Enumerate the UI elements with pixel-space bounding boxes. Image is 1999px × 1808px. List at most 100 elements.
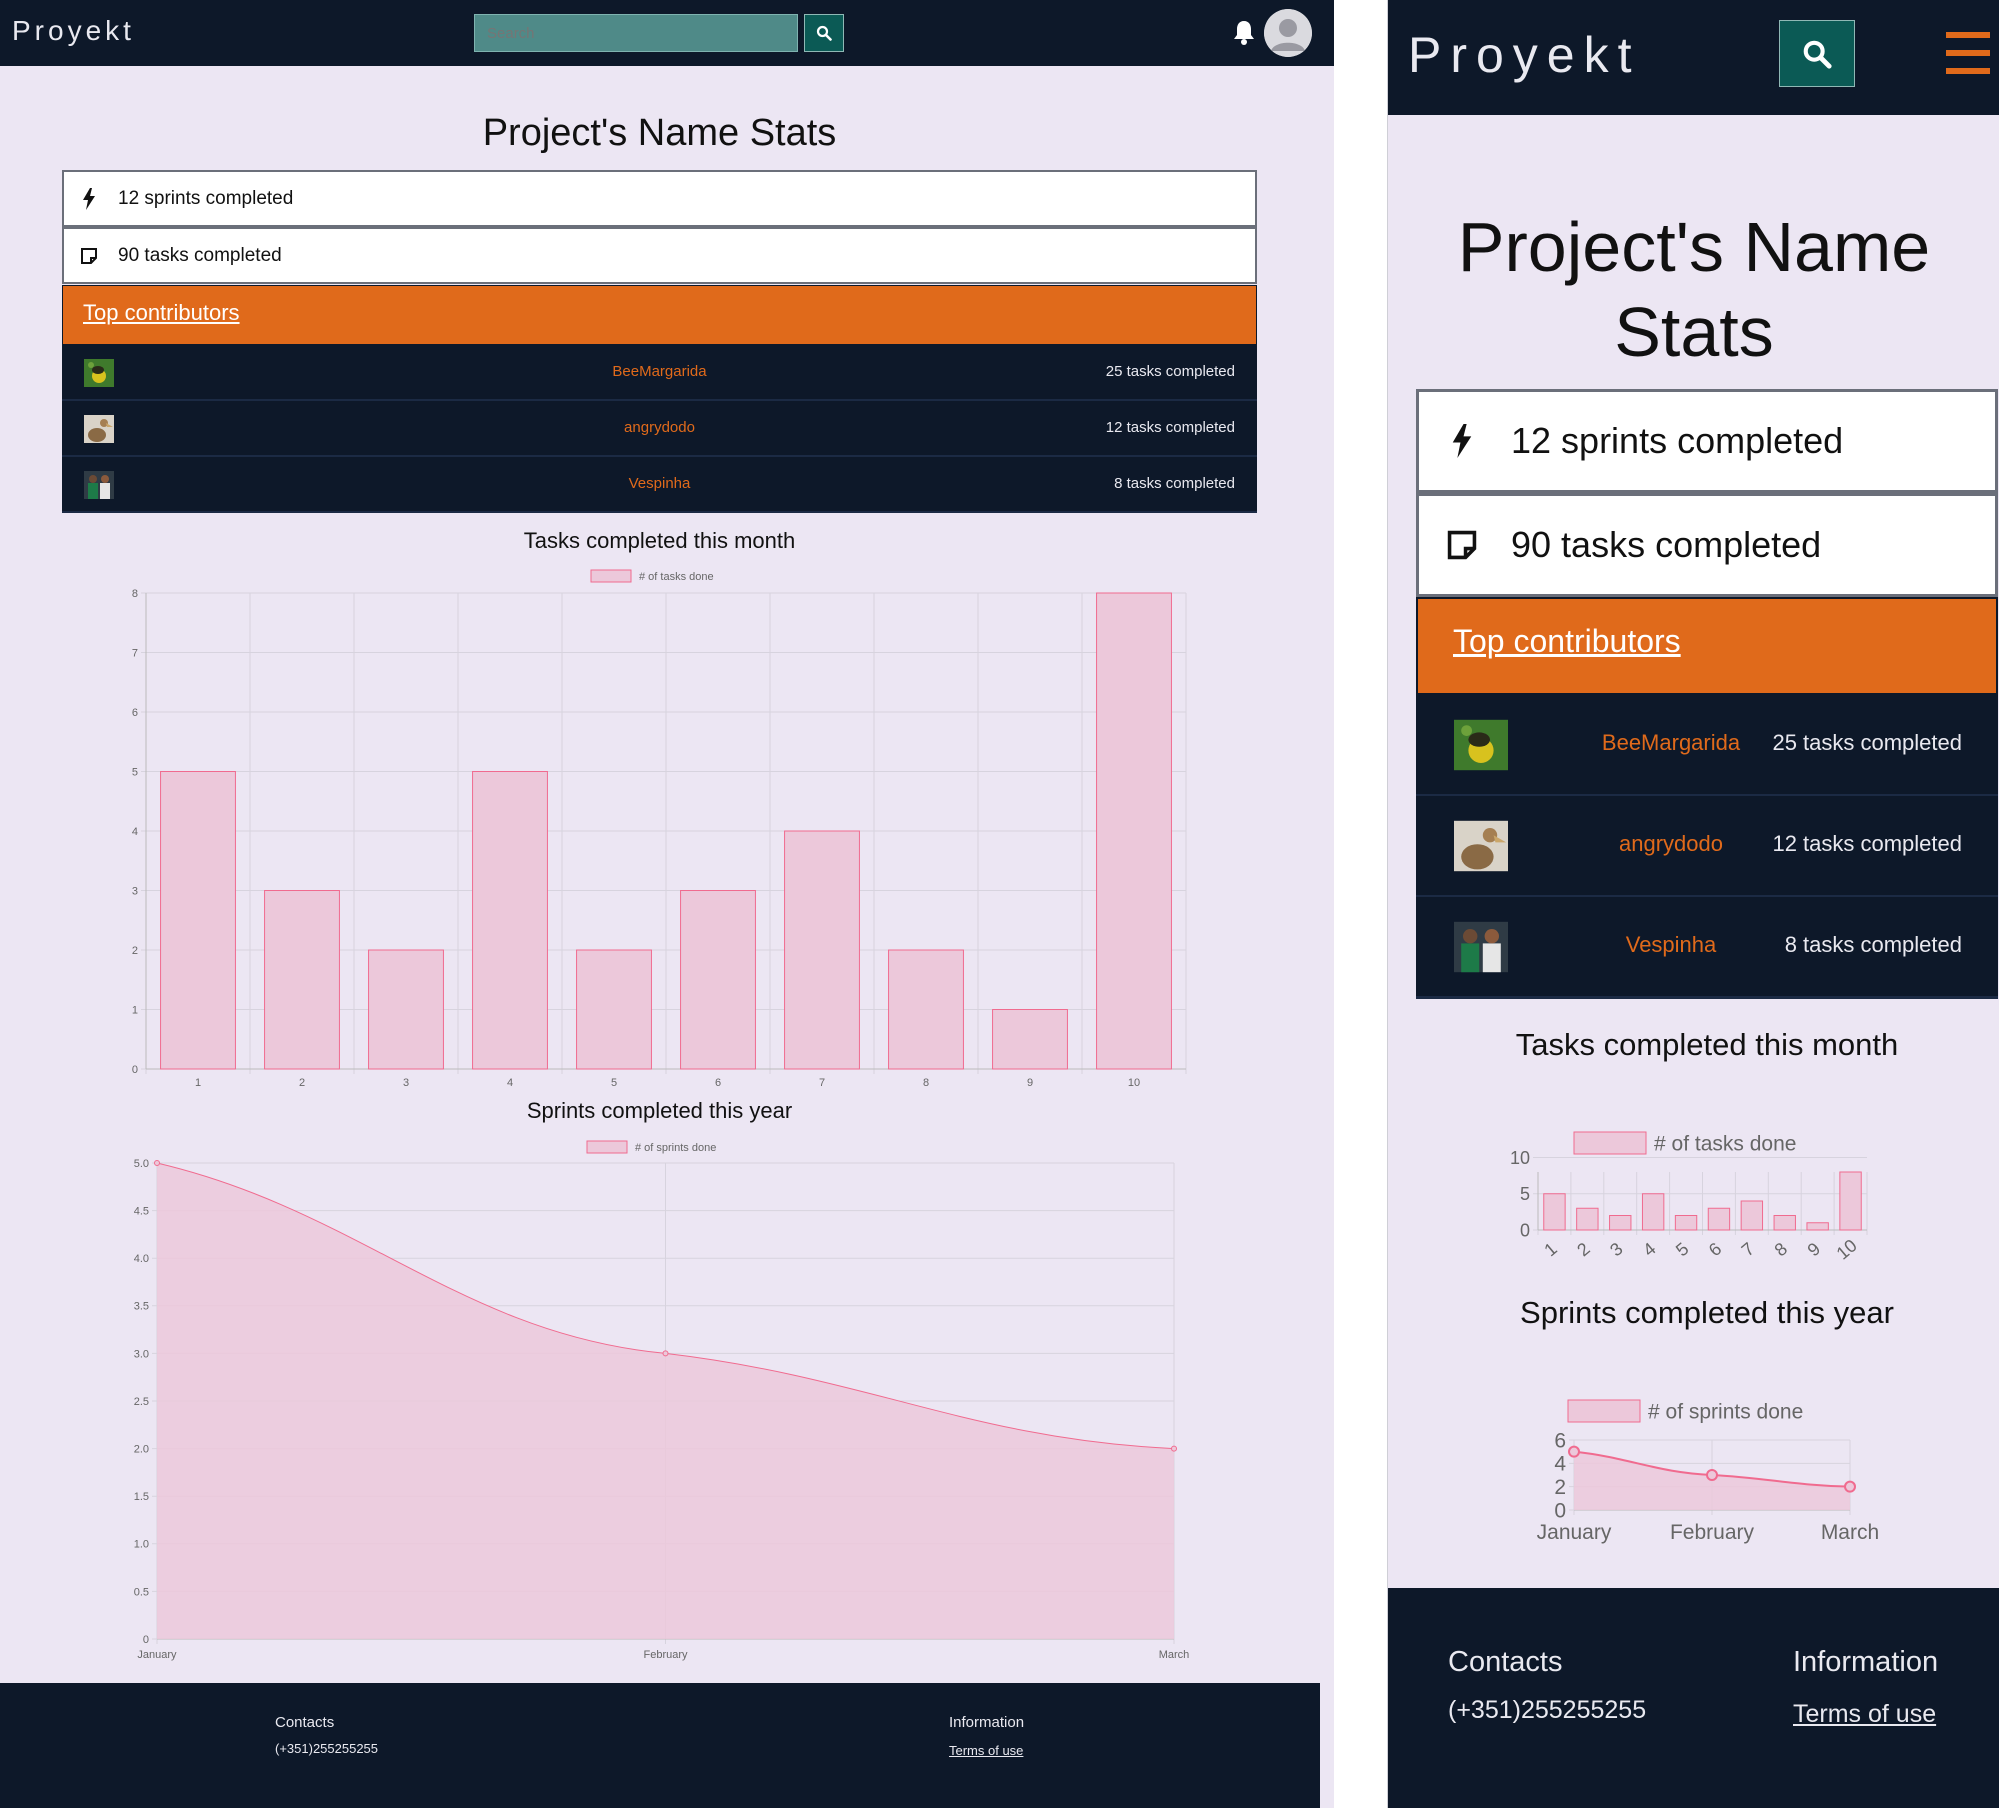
contributor-count: 25 tasks completed — [1772, 730, 1962, 755]
contributor-name[interactable]: BeeMargarida — [62, 363, 1257, 380]
footer: Contacts (+351)255255255 Information Ter… — [1388, 1588, 1999, 1808]
contributor-avatar[interactable] — [1454, 921, 1508, 973]
sprints-stat: 12 sprints completed — [1416, 389, 1998, 493]
sprints-area-chart: # of sprints done 0 0.5 1.0 1.5 2.0 2.5 3.0 3.5 4… — [134, 1140, 1190, 1661]
y-tick-label: 0 — [132, 1064, 138, 1076]
search-button[interactable] — [804, 14, 844, 52]
sprints-stat-text: 12 sprints completed — [118, 187, 294, 209]
bar — [1576, 1207, 1599, 1231]
top-contributors-header: Top contributors — [62, 285, 1257, 345]
y-tick-label: 0.5 — [134, 1586, 149, 1598]
contacts-heading: Contacts — [275, 1714, 335, 1731]
y-tick-label: 0 — [1554, 1499, 1566, 1522]
bar — [1609, 1215, 1632, 1231]
x-tick-label: 4 — [1639, 1239, 1660, 1261]
hamburger-menu-icon[interactable] — [1946, 32, 1990, 86]
bar — [1806, 1222, 1829, 1231]
x-tick-label: 8 — [1771, 1239, 1792, 1261]
contributor-count: 25 tasks completed — [1105, 363, 1235, 380]
legend-swatch — [586, 1140, 628, 1154]
navbar: Proyekt — [1388, 0, 1999, 115]
contacts-heading: Contacts — [1448, 1646, 1563, 1678]
x-tick-label: 4 — [507, 1077, 513, 1089]
bolt-icon — [1445, 424, 1479, 458]
x-tick-label: 5 — [611, 1077, 617, 1089]
contributor-count: 8 tasks completed — [1114, 475, 1235, 492]
data-point — [1568, 1445, 1580, 1458]
contributor-name[interactable]: BeeMargarida — [1576, 730, 1766, 756]
contributor-row: Vespinha 8 tasks completed — [1416, 897, 1998, 999]
y-tick-label: 2.5 — [134, 1396, 149, 1408]
y-tick-label: 5 — [132, 766, 138, 778]
contributor-count: 12 tasks completed — [1772, 831, 1962, 856]
x-tick-label: 2 — [299, 1077, 305, 1089]
contributor-count: 12 tasks completed — [1105, 419, 1235, 436]
bar — [1839, 1171, 1862, 1231]
x-tick-label: March — [1821, 1521, 1879, 1544]
y-tick-label: 4.0 — [134, 1253, 149, 1265]
page-title: Project's Name Stats — [1457, 208, 1931, 371]
tasks-stat: 90 tasks completed — [1416, 493, 1998, 597]
information-heading: Information — [1793, 1646, 1939, 1678]
terms-of-use-link[interactable]: Terms of use — [949, 1743, 1023, 1758]
tasks-chart-title: Tasks completed this month — [523, 528, 796, 553]
contributor-name[interactable]: angrydodo — [62, 419, 1257, 436]
search-input[interactable] — [474, 14, 798, 52]
x-tick-label: 7 — [1738, 1239, 1759, 1261]
data-point — [1844, 1480, 1856, 1493]
x-tick-label: 7 — [819, 1077, 825, 1089]
avatar[interactable] — [1264, 9, 1312, 57]
search-button[interactable] — [1779, 20, 1855, 87]
terms-of-use-link[interactable]: Terms of use — [1793, 1700, 1936, 1729]
x-tick-label: 6 — [1705, 1239, 1726, 1261]
x-tick-label: January — [137, 1649, 177, 1661]
tasks-stat-text: 90 tasks completed — [1511, 524, 1822, 565]
contact-phone: (+351)255255255 — [1448, 1696, 1647, 1724]
x-tick-label: February — [643, 1649, 688, 1661]
contributor-name[interactable]: Vespinha — [1576, 932, 1766, 958]
brand-logo[interactable]: Proyekt — [12, 15, 135, 47]
y-tick-label: 4.5 — [134, 1205, 149, 1217]
y-tick-label: 1.5 — [134, 1491, 149, 1503]
y-tick-label: 3 — [132, 885, 138, 897]
contributor-avatar[interactable] — [1454, 719, 1508, 771]
bar — [1707, 1207, 1731, 1231]
y-tick-label: 0 — [143, 1634, 149, 1646]
contributor-name[interactable]: angrydodo — [1576, 831, 1766, 857]
sprints-area-chart: # of sprints done 6420January February Marc… — [1537, 1399, 1879, 1544]
bar — [1674, 1215, 1698, 1231]
contact-phone: (+351)255255255 — [275, 1741, 379, 1756]
tasks-bar-chart: # of tasks done10501 2 3 4 5 6 7 8 9 10 — [1510, 1131, 1868, 1264]
bar — [1543, 1193, 1566, 1231]
y-tick-label: 1.0 — [134, 1539, 149, 1551]
y-tick-label: 6 — [1554, 1429, 1566, 1452]
data-point — [1706, 1469, 1718, 1481]
mobile-view: Proyekt Project's Name Stats 12 sprints … — [1387, 0, 1999, 1808]
top-contributors-link[interactable]: Top contributors — [1453, 623, 1681, 660]
bell-icon[interactable] — [1232, 18, 1256, 46]
legend-label: # of sprints done — [635, 1142, 716, 1154]
bar — [160, 771, 236, 1070]
bar — [1740, 1200, 1764, 1231]
bar — [1096, 592, 1172, 1070]
y-tick-label: 10 — [1510, 1148, 1530, 1168]
x-tick-label: 9 — [1804, 1239, 1825, 1261]
desktop-view: Proyekt Project's Name Stats 12 sprints … — [0, 0, 1334, 1808]
sticky-note-icon — [1445, 528, 1479, 562]
contributor-avatar[interactable] — [1454, 820, 1508, 872]
contributor-count: 8 tasks completed — [1784, 932, 1962, 957]
x-tick-label: 9 — [1027, 1077, 1033, 1089]
x-tick-label: 2 — [1573, 1239, 1594, 1261]
bar — [784, 830, 860, 1070]
search-icon — [1803, 40, 1832, 69]
contributor-name[interactable]: Vespinha — [62, 475, 1257, 492]
bar — [264, 890, 340, 1070]
y-tick-label: 2 — [1554, 1476, 1566, 1499]
y-tick-label: 5 — [1520, 1184, 1530, 1204]
top-contributors-header: Top contributors — [1416, 597, 1998, 695]
information-heading: Information — [949, 1714, 1025, 1731]
x-tick-label: March — [1159, 1649, 1190, 1661]
x-tick-label: 1 — [195, 1077, 201, 1089]
brand-logo[interactable]: Proyekt — [1408, 26, 1641, 84]
top-contributors-link[interactable]: Top contributors — [83, 300, 240, 326]
